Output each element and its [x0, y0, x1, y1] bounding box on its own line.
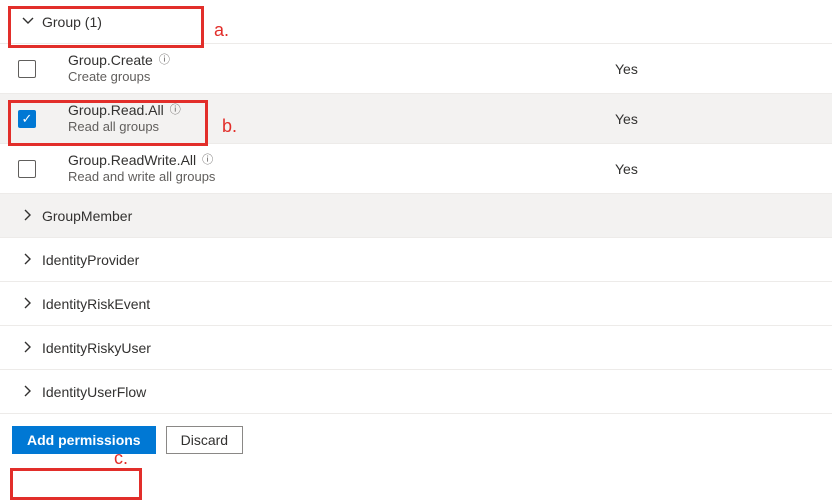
permission-text: Group.Create ⓘ Create groups [68, 52, 170, 86]
section-header-identityprovider[interactable]: IdentityProvider [0, 238, 832, 282]
info-icon[interactable]: ⓘ [159, 54, 170, 68]
section-header-identityuserflow[interactable]: IdentityUserFlow [0, 370, 832, 414]
section-header-label: IdentityUserFlow [42, 384, 146, 400]
info-icon[interactable]: ⓘ [170, 104, 181, 118]
info-icon[interactable]: ⓘ [202, 154, 213, 168]
button-bar: Add permissions Discard [0, 414, 832, 454]
permission-row: Group.ReadWrite.All ⓘ Read and write all… [0, 144, 832, 194]
permission-text: Group.Read.All ⓘ Read all groups [68, 102, 181, 136]
chevron-right-icon [20, 384, 36, 400]
section-header-label: GroupMember [42, 208, 132, 224]
section-header-groupmember[interactable]: GroupMember [0, 194, 832, 238]
permission-checkbox[interactable] [18, 160, 36, 178]
section-header-label: IdentityProvider [42, 252, 139, 268]
permission-name: Group.Create [68, 52, 153, 70]
permission-desc: Read all groups [68, 119, 181, 135]
section-header-label: IdentityRiskyUser [42, 340, 151, 356]
permission-checkbox[interactable]: ✓ [18, 110, 36, 128]
admin-consent-value: Yes [615, 61, 638, 77]
permission-name: Group.Read.All [68, 102, 164, 120]
permission-row: ✓ Group.Read.All ⓘ Read all groups Yes [0, 94, 832, 144]
section-header-identityriskyuser[interactable]: IdentityRiskyUser [0, 326, 832, 370]
section-header-identityriskevent[interactable]: IdentityRiskEvent [0, 282, 832, 326]
discard-button[interactable]: Discard [166, 426, 243, 454]
permission-name: Group.ReadWrite.All [68, 152, 196, 170]
admin-consent-value: Yes [615, 111, 638, 127]
permission-row: Group.Create ⓘ Create groups Yes [0, 44, 832, 94]
callout-c-box [10, 468, 142, 500]
admin-consent-value: Yes [615, 161, 638, 177]
add-permissions-button[interactable]: Add permissions [12, 426, 156, 454]
permission-checkbox[interactable] [18, 60, 36, 78]
chevron-right-icon [20, 208, 36, 224]
section-header-label: IdentityRiskEvent [42, 296, 150, 312]
permission-desc: Create groups [68, 69, 170, 85]
chevron-right-icon [20, 252, 36, 268]
chevron-right-icon [20, 296, 36, 312]
chevron-right-icon [20, 340, 36, 356]
chevron-down-icon [20, 14, 36, 30]
permission-desc: Read and write all groups [68, 169, 215, 185]
section-header-label: Group (1) [42, 14, 102, 30]
permission-text: Group.ReadWrite.All ⓘ Read and write all… [68, 152, 215, 186]
section-header-group[interactable]: Group (1) [0, 0, 832, 44]
